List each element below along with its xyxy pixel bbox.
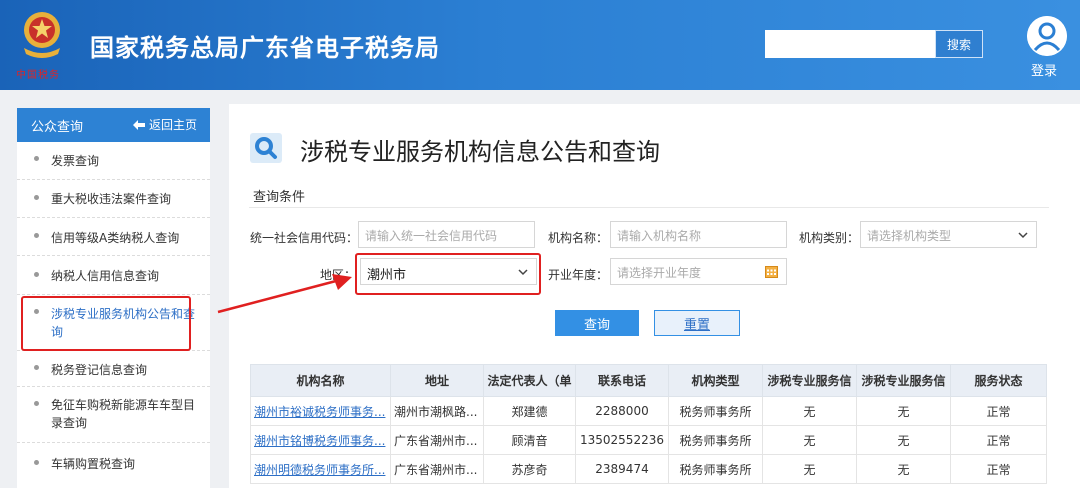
page-title: 涉税专业服务机构信息公告和查询 (300, 138, 660, 166)
col-header: 服务状态 (950, 364, 1047, 397)
table-row: 潮州市裕诚税务师事务... 潮州市潮枫路... 郑建德 2288000 税务师事… (250, 396, 1047, 426)
back-arrow-icon (133, 119, 145, 130)
table-cell: 苏彦奇 (483, 454, 576, 484)
back-home-label: 返回主页 (149, 118, 198, 132)
credit-code-label: 统一社会信用代码： (250, 231, 359, 245)
sidebar-item-label: 税务登记信息查询 (51, 363, 148, 377)
open-year-label: 开业年度： (548, 268, 609, 282)
org-type-placeholder: 请选择机构类型 (867, 229, 952, 243)
sidebar-item-credit-info[interactable]: 纳税人信用信息查询 (17, 256, 210, 295)
col-header: 地址 (390, 364, 484, 397)
col-header: 机构名称 (250, 364, 391, 397)
search-button[interactable]: 搜索 (935, 30, 983, 58)
table-cell: 郑建德 (483, 396, 576, 426)
sidebar-item-label: 车辆购置税查询 (51, 457, 136, 471)
sidebar-item-label: 信用等级A类纳税人查询 (51, 231, 180, 245)
table-cell: 2288000 (575, 396, 669, 426)
col-header: 法定代表人（单 (483, 364, 576, 397)
sidebar-highlight-box (21, 296, 191, 351)
col-header: 涉税专业服务信 (762, 364, 857, 397)
table-cell: 广东省潮州市... (390, 425, 484, 455)
table-cell: 顾清音 (483, 425, 576, 455)
org-name-link[interactable]: 潮州市铭博税务师事务... (250, 425, 391, 455)
table-cell: 无 (762, 454, 857, 484)
bullet-icon (34, 365, 39, 370)
sidebar-title: 公众查询 (31, 120, 84, 135)
bullet-icon (34, 460, 39, 465)
search-input[interactable] (765, 30, 935, 58)
back-home-link[interactable]: 返回主页 (133, 116, 197, 133)
table-cell: 潮州市潮枫路... (390, 396, 484, 426)
sidebar-header: 公众查询 返回主页 (17, 108, 210, 142)
region-label: 地区： (320, 268, 357, 282)
table-cell: 广东省潮州市... (390, 454, 484, 484)
sidebar-item-label: 纳税人信用信息查询 (51, 269, 160, 283)
emblem-caption: 中国税务 (16, 70, 60, 81)
table-cell: 税务师事务所 (668, 425, 763, 455)
table-cell: 无 (762, 396, 857, 426)
col-header: 涉税专业服务信 (856, 364, 951, 397)
table-cell: 正常 (950, 454, 1047, 484)
bullet-icon (34, 233, 39, 238)
chevron-down-icon (1018, 232, 1028, 239)
org-type-label: 机构类别： (799, 231, 860, 245)
login-link[interactable]: 登录 (1031, 60, 1057, 79)
sidebar-item-invoice[interactable]: 发票查询 (17, 142, 210, 180)
table-row: 潮州明德税务师事务所... 广东省潮州市... 苏彦奇 2389474 税务师事… (250, 454, 1047, 484)
site-title: 国家税务总局广东省电子税务局 (90, 34, 440, 62)
table-cell: 2389474 (575, 454, 669, 484)
table-cell: 正常 (950, 425, 1047, 455)
region-highlight-box (355, 253, 541, 295)
table-header-row: 机构名称 地址 法定代表人（单 联系电话 机构类型 涉税专业服务信 涉税专业服务… (250, 364, 1047, 397)
reset-button[interactable]: 重置 (654, 310, 740, 336)
org-name-label: 机构名称： (548, 231, 609, 245)
open-year-input[interactable]: 请选择开业年度 (610, 258, 787, 285)
bullet-icon (34, 401, 39, 406)
sidebar-item-vehicle-tax[interactable]: 车辆购置税查询 (17, 443, 210, 488)
sidebar-item-registration[interactable]: 税务登记信息查询 (17, 351, 210, 387)
org-type-select[interactable]: 请选择机构类型 (860, 221, 1037, 248)
table-cell: 税务师事务所 (668, 396, 763, 426)
col-header: 联系电话 (575, 364, 669, 397)
calendar-icon[interactable] (765, 265, 778, 278)
bullet-icon (34, 272, 39, 277)
org-name-link[interactable]: 潮州明德税务师事务所... (250, 454, 391, 484)
search-magnifier-icon (250, 133, 282, 163)
sidebar-item-ev-catalog[interactable]: 免征车购税新能源车车型目录查询 (17, 387, 210, 443)
results-table: 机构名称 地址 法定代表人（单 联系电话 机构类型 涉税专业服务信 涉税专业服务… (250, 364, 1047, 484)
sidebar-item-label: 免征车购税新能源车车型目录查询 (51, 398, 196, 430)
section-divider (249, 207, 1049, 208)
table-cell: 无 (856, 425, 951, 455)
open-year-placeholder: 请选择开业年度 (617, 266, 702, 280)
query-button[interactable]: 查询 (555, 310, 639, 336)
table-cell: 无 (762, 425, 857, 455)
sidebar-item-credit-a[interactable]: 信用等级A类纳税人查询 (17, 218, 210, 256)
bullet-icon (34, 156, 39, 161)
sidebar-item-violations[interactable]: 重大税收违法案件查询 (17, 180, 210, 218)
table-cell: 13502552236 (575, 425, 669, 455)
table-row: 潮州市铭博税务师事务... 广东省潮州市... 顾清音 13502552236 … (250, 425, 1047, 455)
col-header: 机构类型 (668, 364, 763, 397)
table-cell: 税务师事务所 (668, 454, 763, 484)
section-label: 查询条件 (253, 190, 306, 205)
user-avatar-icon[interactable] (1027, 16, 1067, 56)
table-cell: 无 (856, 454, 951, 484)
table-cell: 正常 (950, 396, 1047, 426)
sidebar-item-label: 发票查询 (51, 154, 100, 168)
org-name-link[interactable]: 潮州市裕诚税务师事务... (250, 396, 391, 426)
table-cell: 无 (856, 396, 951, 426)
sidebar-item-label: 重大税收违法案件查询 (51, 192, 172, 206)
org-name-input[interactable]: 请输入机构名称 (610, 221, 787, 248)
site-header: 中国税务 国家税务总局广东省电子税务局 搜索 登录 (0, 0, 1080, 90)
credit-code-input[interactable]: 请输入统一社会信用代码 (358, 221, 535, 248)
bullet-icon (34, 195, 39, 200)
